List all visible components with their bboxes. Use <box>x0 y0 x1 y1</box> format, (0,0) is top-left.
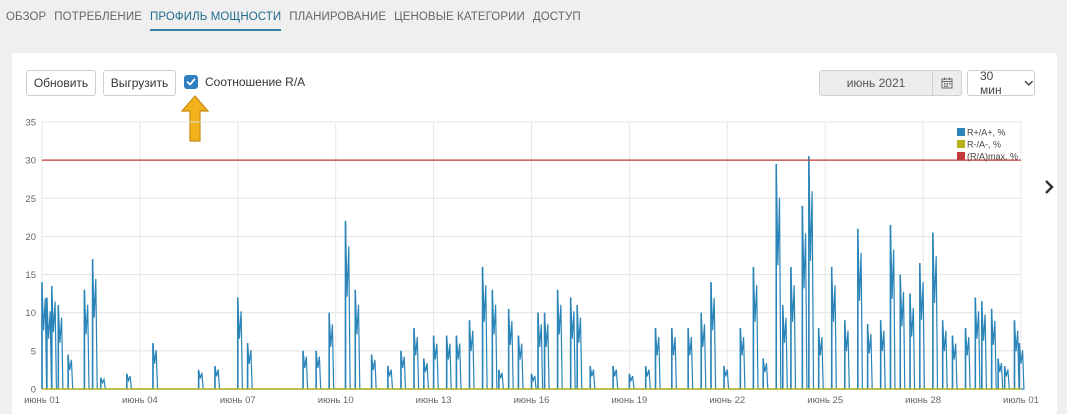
y-tick-label: 0 <box>31 385 36 396</box>
legend-swatch <box>957 152 965 160</box>
legend-swatch <box>957 128 965 136</box>
chart-grid <box>41 121 1022 390</box>
legend-label: R+/A+, % <box>967 128 1006 138</box>
power-ratio-chart: 05101520253035 июнь 01 июнь 04 июнь 07 июнь… <box>24 118 1039 407</box>
x-tick-label: июнь 25 <box>807 395 843 406</box>
x-tick-label: июль 01 <box>1003 395 1039 406</box>
y-tick-label: 25 <box>25 194 36 205</box>
x-tick-label: июнь 04 <box>122 395 158 406</box>
y-tick-label: 30 <box>25 156 36 167</box>
y-tick-label: 15 <box>25 270 36 281</box>
y-tick-label: 20 <box>25 232 36 243</box>
y-tick-label: 5 <box>31 346 36 357</box>
y-tick-label: 10 <box>25 308 36 319</box>
x-tick-label: июнь 01 <box>24 395 60 406</box>
chart-legend: R+/A+, % R-/A-, % (R/A)max, % <box>957 128 1018 162</box>
y-axis-ticks: 0 5 10 15 20 25 30 35 <box>25 118 36 396</box>
legend-label: R-/A-, % <box>967 140 1001 150</box>
x-tick-label: июнь 19 <box>611 395 647 406</box>
x-tick-label: июнь 10 <box>318 395 354 406</box>
series-line-r-plus <box>41 156 1025 390</box>
x-tick-label: июнь 13 <box>416 395 452 406</box>
x-axis-ticks: июнь 01 июнь 04 июнь 07 июнь 10 июнь 13 июнь … <box>24 395 1039 406</box>
legend-label: (R/A)max, % <box>967 152 1018 162</box>
legend-swatch <box>957 140 965 148</box>
x-tick-label: июнь 16 <box>514 395 550 406</box>
x-tick-label: июнь 22 <box>709 395 745 406</box>
x-tick-label: июнь 07 <box>220 395 256 406</box>
chart-series <box>41 156 1025 390</box>
y-tick-label: 35 <box>25 118 36 129</box>
x-tick-label: июнь 28 <box>905 395 941 406</box>
